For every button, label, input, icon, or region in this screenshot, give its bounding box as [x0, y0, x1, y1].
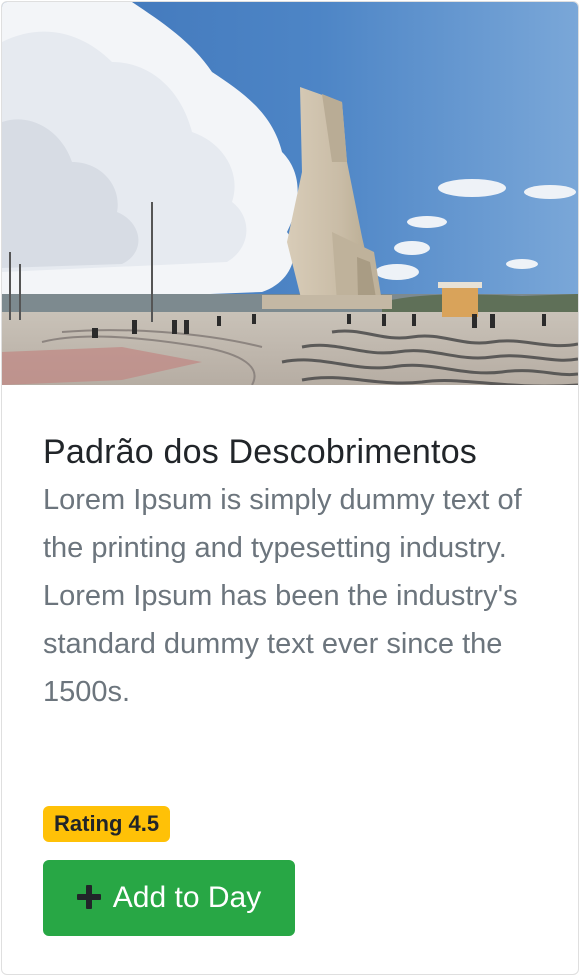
monument-photo	[2, 2, 578, 385]
place-description: Lorem Ipsum is simply dummy text of the …	[43, 484, 522, 708]
plus-icon	[76, 885, 101, 909]
add-to-day-button[interactable]: Add to Day	[43, 860, 295, 936]
place-title: Padrão dos Descobrimentos	[43, 433, 478, 471]
place-card: Padrão dos Descobrimentos Lorem Ipsum is…	[1, 1, 579, 975]
rating-badge: Rating 4.5	[43, 806, 171, 842]
add-to-day-label: Add to Day	[112, 881, 262, 914]
card-body: Padrão dos Descobrimentos Lorem Ipsum is…	[43, 428, 543, 716]
